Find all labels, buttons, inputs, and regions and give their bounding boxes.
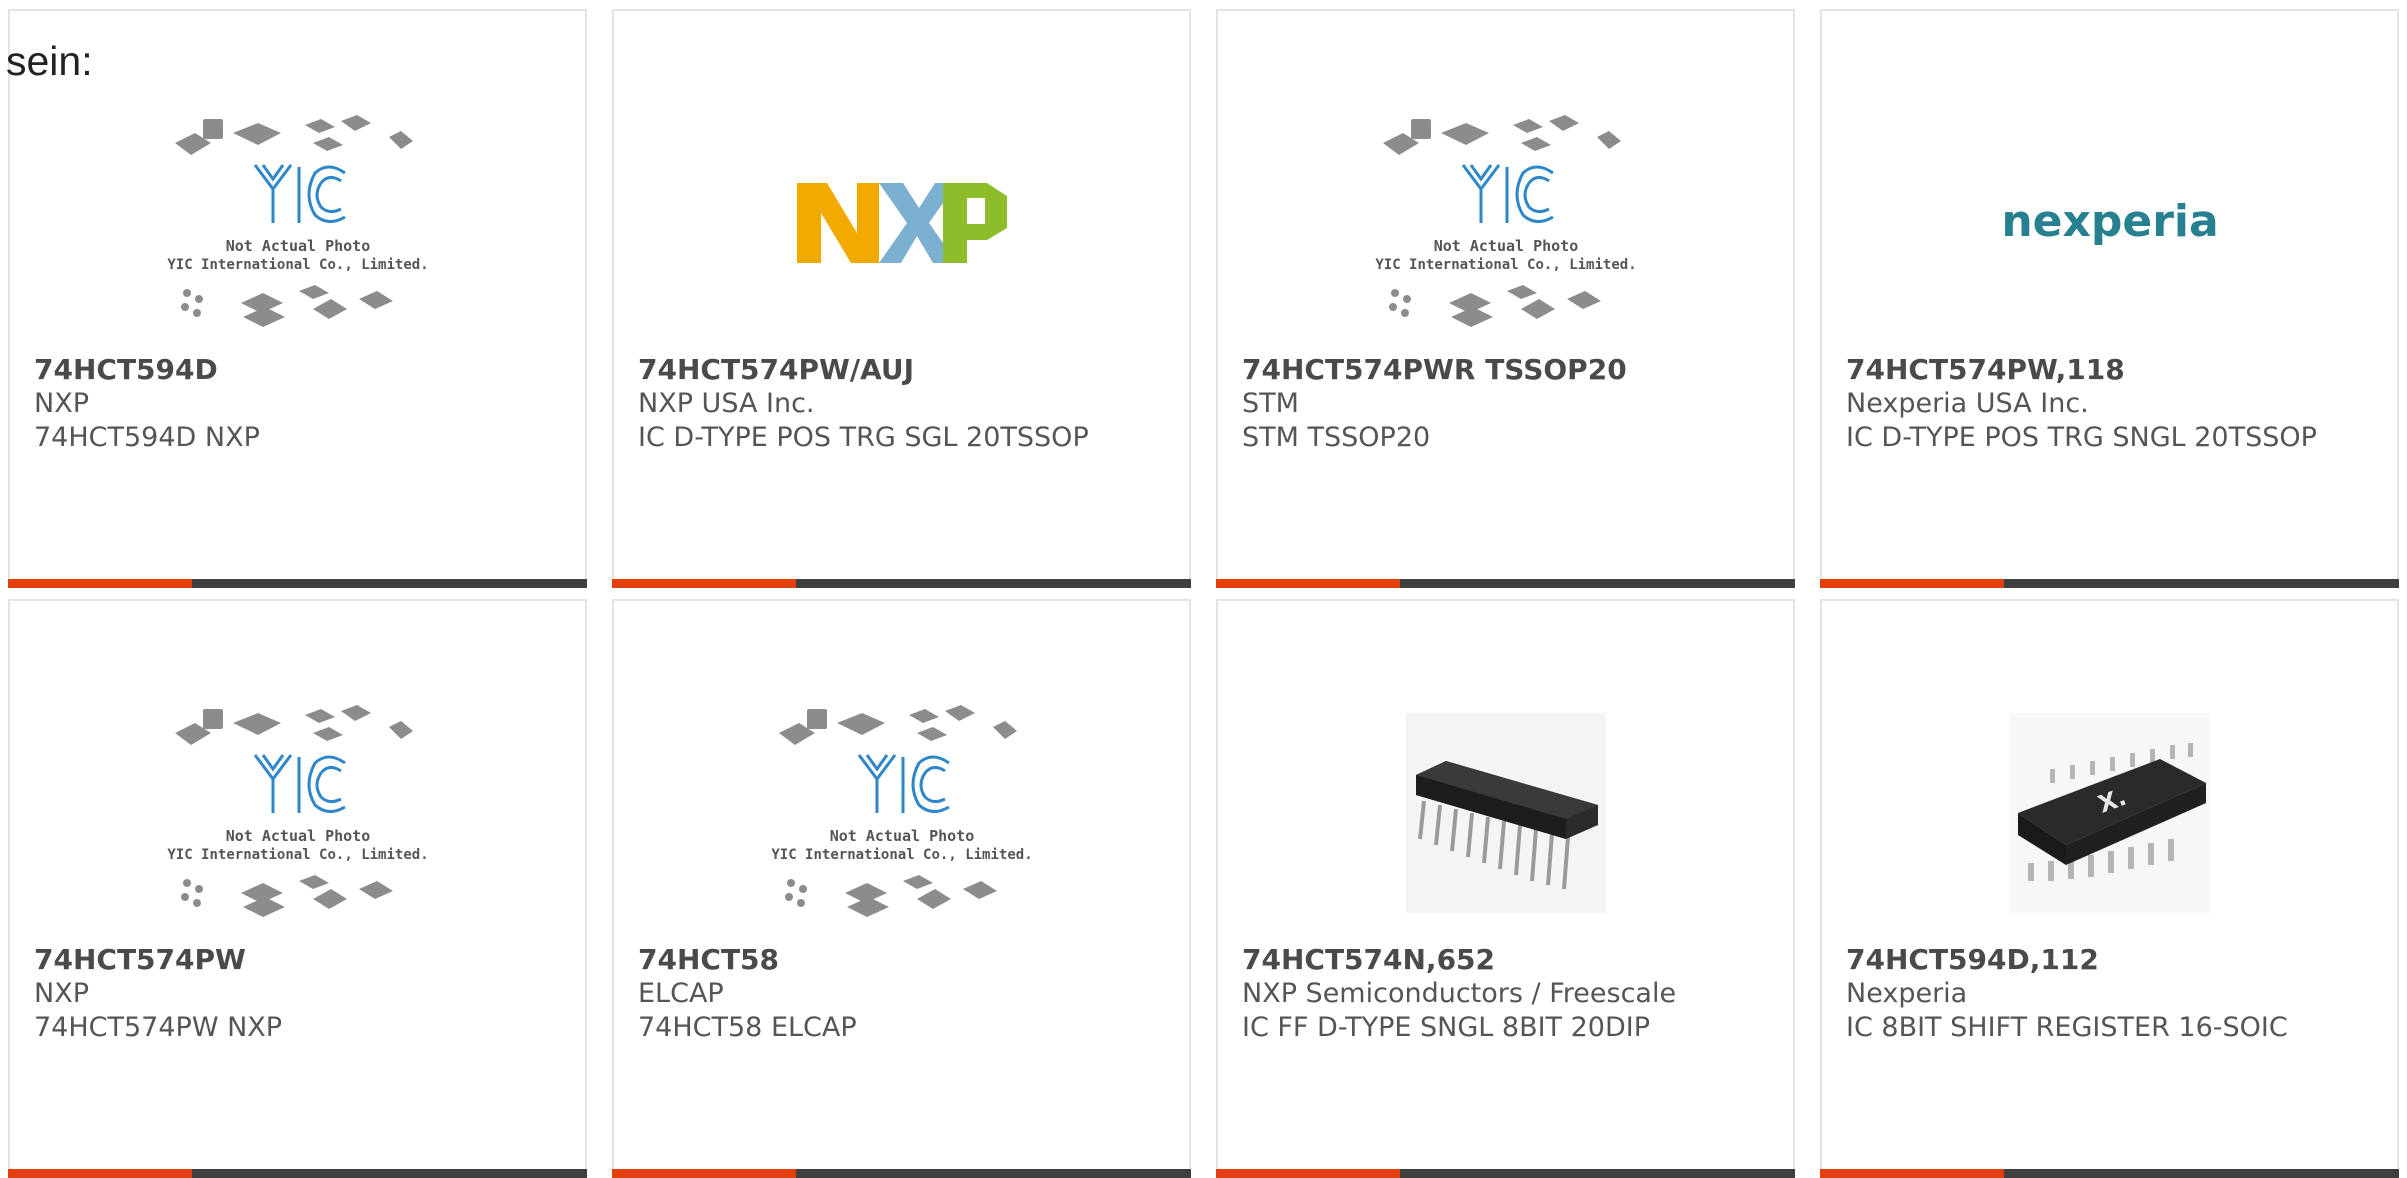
yic-placeholder-image: Not Actual Photo YIC International Co., … — [10, 93, 585, 353]
card-accent-bar — [1820, 1169, 2399, 1178]
product-card[interactable]: 74HCT574N,652 NXP Semiconductors / Frees… — [1216, 599, 1795, 1178]
product-card[interactable]: Not Actual Photo YIC International Co., … — [8, 599, 587, 1178]
product-description: IC D-TYPE POS TRG SGL 20TSSOP — [638, 422, 1089, 453]
yic-caption-line2: YIC International Co., Limited. — [1375, 257, 1636, 273]
product-card[interactable]: 74HCT574PW/AUJ NXP USA Inc. IC D-TYPE PO… — [612, 9, 1191, 588]
svg-text:nexperia: nexperia — [2001, 196, 2218, 247]
card-accent-bar — [1820, 579, 2399, 588]
card-accent-bar — [1216, 579, 1795, 588]
yic-caption-line1: Not Actual Photo — [1433, 237, 1578, 255]
product-description: IC 8BIT SHIFT REGISTER 16-SOIC — [1846, 1012, 2288, 1043]
product-grid: Not Actual Photo YIC International Co., … — [8, 9, 2399, 1178]
product-description: 74HCT574PW NXP — [34, 1012, 283, 1043]
product-part-number[interactable]: 74HCT574PW — [34, 943, 545, 977]
product-part-number[interactable]: 74HCT58 — [638, 943, 1149, 977]
yic-caption-line2: YIC International Co., Limited. — [771, 847, 1032, 863]
product-description: IC FF D-TYPE SNGL 8BIT 20DIP — [1242, 1012, 1651, 1043]
product-part-number[interactable]: 74HCT574PW/AUJ — [638, 353, 1149, 387]
product-manufacturer: Nexperia — [1846, 978, 1968, 1009]
product-card[interactable]: nexperia 74HCT574PW,118 Nexperia USA Inc… — [1820, 9, 2399, 588]
product-part-number[interactable]: 74HCT594D,112 — [1846, 943, 2357, 977]
yic-caption-line2: YIC International Co., Limited. — [167, 847, 428, 863]
product-card[interactable]: Not Actual Photo YIC International Co., … — [612, 599, 1191, 1178]
nxp-logo — [614, 93, 1189, 353]
product-description: 74HCT58 ELCAP — [638, 1012, 857, 1043]
product-part-number[interactable]: 74HCT574PW,118 — [1846, 353, 2357, 387]
yic-placeholder-image: Not Actual Photo YIC International Co., … — [614, 683, 1189, 943]
product-card[interactable]: Not Actual Photo YIC International Co., … — [1216, 9, 1795, 588]
nexperia-logo: nexperia — [1822, 93, 2397, 353]
product-part-number[interactable]: 74HCT574PWR TSSOP20 — [1242, 353, 1753, 387]
card-accent-bar — [1216, 1169, 1795, 1178]
product-card[interactable]: Not Actual Photo YIC International Co., … — [8, 9, 587, 588]
card-accent-bar — [612, 1169, 1191, 1178]
product-manufacturer: NXP Semiconductors / Freescale — [1242, 978, 1677, 1009]
product-part-number[interactable]: 74HCT594D — [34, 353, 545, 387]
yic-placeholder-image: Not Actual Photo YIC International Co., … — [10, 683, 585, 943]
card-accent-bar — [8, 1169, 587, 1178]
product-manufacturer: NXP — [34, 388, 89, 419]
product-card[interactable]: X. 74HCT594D,112 Nexperia IC 8BIT SHIFT … — [1820, 599, 2399, 1178]
product-description: STM TSSOP20 — [1242, 422, 1431, 453]
card-accent-bar — [8, 579, 587, 588]
product-description: 74HCT594D NXP — [34, 422, 260, 453]
product-manufacturer: ELCAP — [638, 978, 724, 1009]
product-manufacturer: Nexperia USA Inc. — [1846, 388, 2089, 419]
yic-caption-line1: Not Actual Photo — [225, 237, 370, 255]
card-accent-bar — [612, 579, 1191, 588]
soic-chip-photo: X. — [1822, 683, 2397, 943]
product-part-number[interactable]: 74HCT574N,652 — [1242, 943, 1753, 977]
product-description: IC D-TYPE POS TRG SNGL 20TSSOP — [1846, 422, 2317, 453]
yic-caption-line2: YIC International Co., Limited. — [167, 257, 428, 273]
yic-caption-line1: Not Actual Photo — [829, 827, 974, 845]
yic-placeholder-image: Not Actual Photo YIC International Co., … — [1218, 93, 1793, 353]
dip-chip-photo — [1218, 683, 1793, 943]
page-prefix-text: sein: — [6, 38, 93, 84]
yic-caption-line1: Not Actual Photo — [225, 827, 370, 845]
product-manufacturer: NXP USA Inc. — [638, 388, 815, 419]
product-manufacturer: STM — [1242, 388, 1299, 419]
product-manufacturer: NXP — [34, 978, 89, 1009]
